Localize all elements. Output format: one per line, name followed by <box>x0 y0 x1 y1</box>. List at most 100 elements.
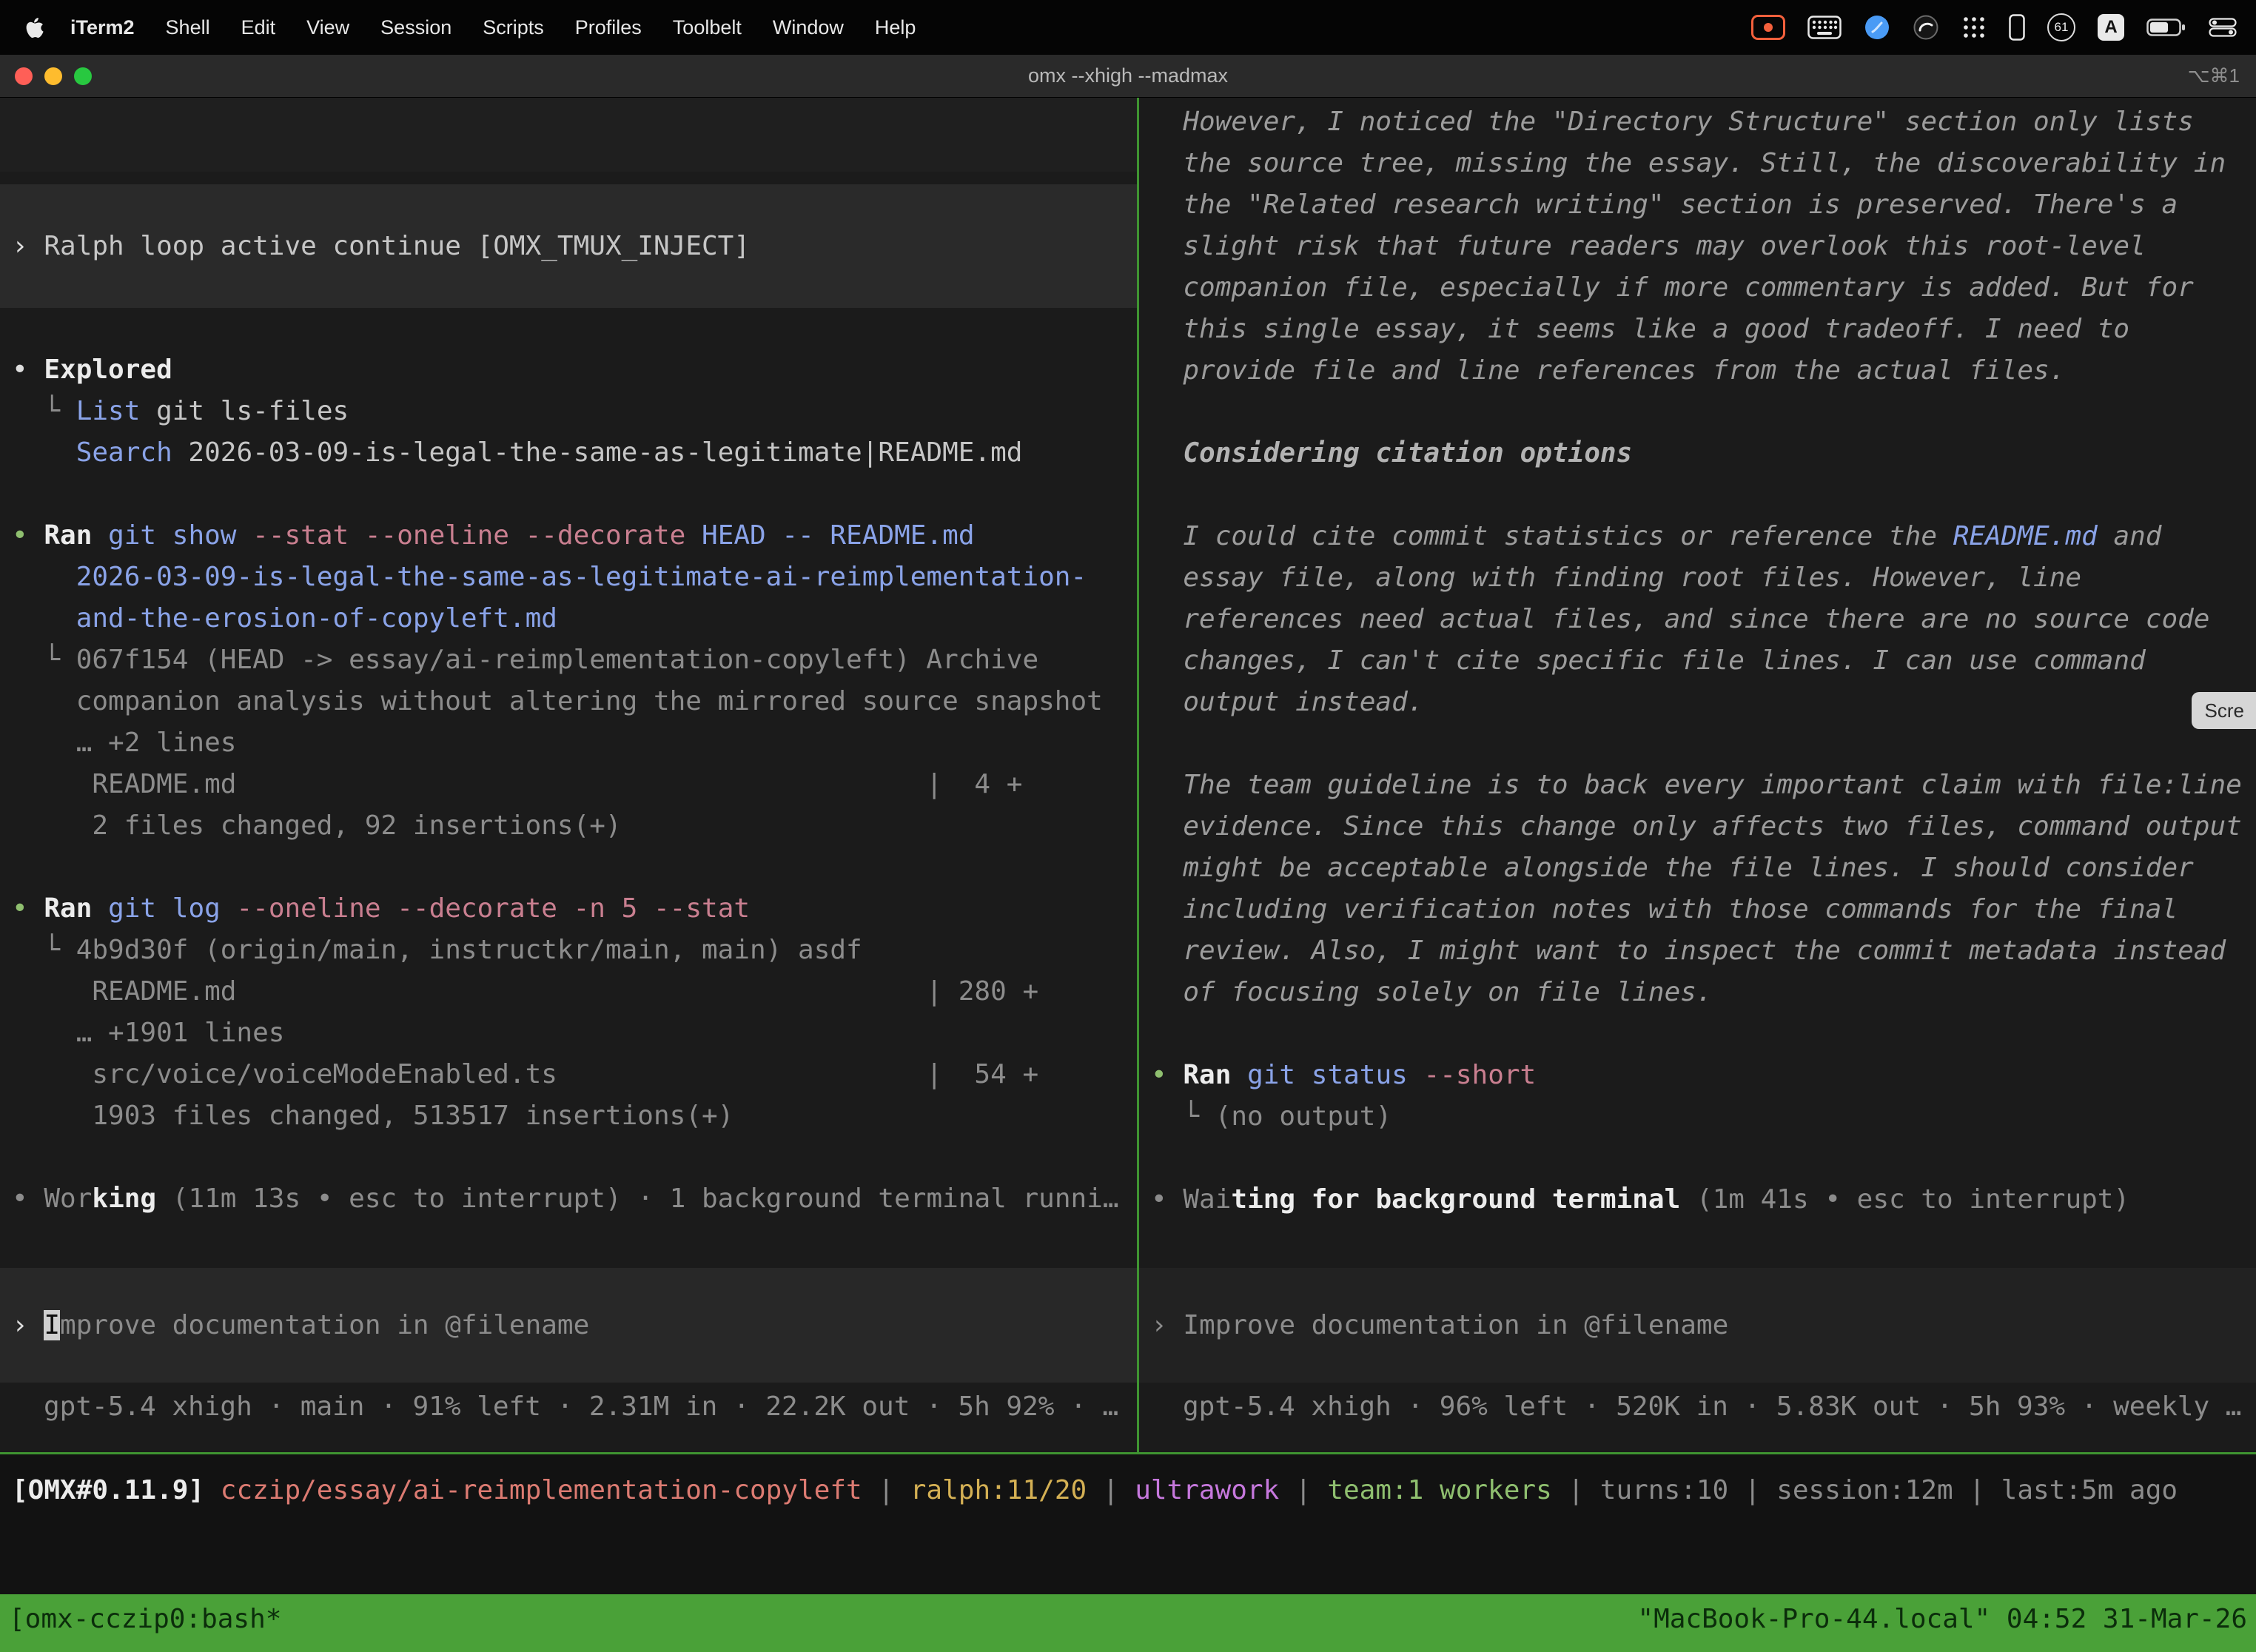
text-segment: and-the-erosion-of-copyleft.md <box>76 603 557 634</box>
text-segment: the "Related research writing" section i… <box>1151 189 2178 220</box>
input-source-icon[interactable]: A <box>2098 14 2124 41</box>
terminal-line: • Working (11m 13s • esc to interrupt) ·… <box>12 1178 1137 1220</box>
text-segment: • <box>12 355 44 385</box>
record-dot-icon <box>1764 23 1773 32</box>
text-segment: However, I noticed the "Directory Struct… <box>1151 107 2194 137</box>
menu-bar: iTerm2 Shell Edit View Session Scripts P… <box>0 0 2256 55</box>
text-segment: | <box>1087 1475 1135 1505</box>
terminal-line: • Waiting for background terminal (1m 41… <box>1151 1179 2256 1220</box>
battery-percentage-badge[interactable]: 61 <box>2047 13 2075 41</box>
menu-iterm2[interactable]: iTerm2 <box>55 16 150 39</box>
text-segment: › <box>1151 1310 1183 1340</box>
text-segment: and <box>2098 521 2162 551</box>
text-segment: The team guideline is to back every impo… <box>1151 770 2242 800</box>
text-segment: cczip/essay/ai-reimplementation-copyleft <box>221 1475 862 1505</box>
menu-shell[interactable]: Shell <box>150 16 226 39</box>
ralph-inject-banner: › Ralph loop active continue [OMX_TMUX_I… <box>0 184 1137 308</box>
text-segment: ralph:11/20 <box>910 1475 1087 1505</box>
text-segment: README.md <box>1953 521 2098 551</box>
text-segment: › <box>12 1310 44 1340</box>
terminal-line: › Improve documentation in @filename <box>12 1305 589 1346</box>
terminal-line: companion analysis without altering the … <box>12 681 1137 722</box>
terminal-line: README.md | 4 + <box>12 764 1137 805</box>
terminal-line <box>12 847 1137 888</box>
terminal-line <box>12 474 1137 515</box>
dark-app-icon[interactable] <box>1913 14 1939 41</box>
menu-window[interactable]: Window <box>757 16 859 39</box>
pane-left: └ No agents completed yet › Ralph loop a… <box>0 98 1137 1452</box>
text-segment <box>221 893 237 924</box>
terminal-line: I could cite commit statistics or refere… <box>1151 516 2256 557</box>
menu-toolbelt[interactable]: Toolbelt <box>657 16 757 39</box>
prompt-input-right[interactable]: › Improve documentation in @filename <box>1139 1268 2256 1383</box>
text-segment: session:12m <box>1776 1475 1953 1505</box>
terminal-line: › Ralph loop active continue [OMX_TMUX_I… <box>12 226 750 267</box>
terminal-line: … +2 lines <box>12 722 1137 764</box>
window-title-bar[interactable]: omx --xhigh --madmax ⌥⌘1 <box>0 55 2256 98</box>
text-segment: › <box>12 231 44 261</box>
zoom-button[interactable] <box>74 67 92 85</box>
text-segment: (1m 41s • esc to interrupt) <box>1680 1184 2129 1215</box>
blue-app-icon[interactable] <box>1864 14 1890 41</box>
battery-icon[interactable] <box>2146 16 2186 38</box>
terminal-line: However, I noticed the "Directory Struct… <box>1151 101 2256 143</box>
menu-help[interactable]: Help <box>859 16 932 39</box>
terminal-line <box>1151 1013 2256 1055</box>
window-title: omx --xhigh --madmax <box>0 64 2256 87</box>
text-segment: Ran <box>44 893 92 924</box>
keyboard-icon[interactable] <box>1807 16 1842 39</box>
terminal-line: review. Also, I might want to inspect th… <box>1151 930 2256 972</box>
screen-tooltip[interactable]: Scre <box>2192 692 2256 729</box>
close-button[interactable] <box>15 67 33 85</box>
model-status-right: gpt-5.4 xhigh · 96% left · 520K in · 5.8… <box>1139 1386 2256 1428</box>
terminal-line: Considering citation options <box>1151 433 2256 474</box>
tmux-status-bar: [omx-cczip0:bash* "MacBook-Pro-44.local"… <box>0 1594 2256 1652</box>
text-segment: mprove documentation in @filename <box>60 1310 589 1340</box>
terminal-line: evidence. Since this change only affects… <box>1151 806 2256 847</box>
menu-session[interactable]: Session <box>365 16 467 39</box>
prompt-input-left-line: › Improve documentation in @filename <box>0 1305 589 1346</box>
prompt-input-right-line: › Improve documentation in @filename <box>1139 1305 1728 1346</box>
minimize-button[interactable] <box>44 67 62 85</box>
text-segment: HEAD -- README.md <box>685 520 974 551</box>
menu-scripts[interactable]: Scripts <box>467 16 560 39</box>
terminal-line <box>1151 474 2256 516</box>
text-segment <box>1408 1060 1424 1090</box>
text-segment: git status <box>1247 1060 1408 1090</box>
menu-view[interactable]: View <box>291 16 365 39</box>
terminal-line: • Ran git status --short <box>1151 1055 2256 1096</box>
dots-grid-icon[interactable] <box>1961 15 1987 40</box>
text-segment: I <box>44 1310 60 1340</box>
menu-profiles[interactable]: Profiles <box>560 16 657 39</box>
text-segment: README.md | 4 + <box>12 769 1022 799</box>
menu-edit[interactable]: Edit <box>226 16 292 39</box>
window-shortcut-hint: ⌥⌘1 <box>2188 64 2240 87</box>
text-segment: • <box>12 893 44 924</box>
text-segment: 2026-03-09-is-legal-the-same-as-legitima… <box>76 562 1087 592</box>
prompt-input-left[interactable]: › Improve documentation in @filename <box>0 1268 1137 1383</box>
iphone-mirroring-icon[interactable] <box>2009 14 2025 41</box>
text-segment: └ <box>12 645 76 675</box>
terminal-line: slight risk that future readers may over… <box>1151 226 2256 267</box>
terminal-line: output instead. <box>1151 682 2256 723</box>
apple-menu-icon[interactable] <box>15 16 55 38</box>
text-segment <box>236 520 252 551</box>
terminal-line <box>12 1137 1137 1178</box>
text-segment: last:5m ago <box>2001 1475 2178 1505</box>
text-segment: Improve documentation in @filename <box>1183 1310 1728 1340</box>
text-segment: companion file, especially if more comme… <box>1151 272 2194 303</box>
text-segment: might be acceptable alongside the file l… <box>1151 853 2194 883</box>
terminal-line: src/voice/voiceModeEnabled.ts | 54 + <box>12 1054 1137 1095</box>
menubar-status-icons: 61 A <box>1751 13 2241 41</box>
text-segment: --short <box>1424 1060 1537 1090</box>
screen-recording-icon[interactable] <box>1751 15 1785 40</box>
terminal-line: └ List git ls-files <box>12 391 1137 432</box>
text-segment: | <box>1552 1475 1600 1505</box>
text-segment: 4b9d30f (origin/main, instructkr/main, m… <box>76 935 862 965</box>
terminal-line: └ 4b9d30f (origin/main, instructkr/main,… <box>12 930 1137 971</box>
text-segment: Ralph loop active continue [OMX_TMUX_INJ… <box>44 231 750 261</box>
terminal-line: and-the-erosion-of-copyleft.md <box>12 598 1137 639</box>
text-segment: • <box>1151 1184 1183 1215</box>
agent-history-band: └ No agents completed yet <box>0 98 1137 172</box>
control-center-icon[interactable] <box>2209 18 2237 37</box>
